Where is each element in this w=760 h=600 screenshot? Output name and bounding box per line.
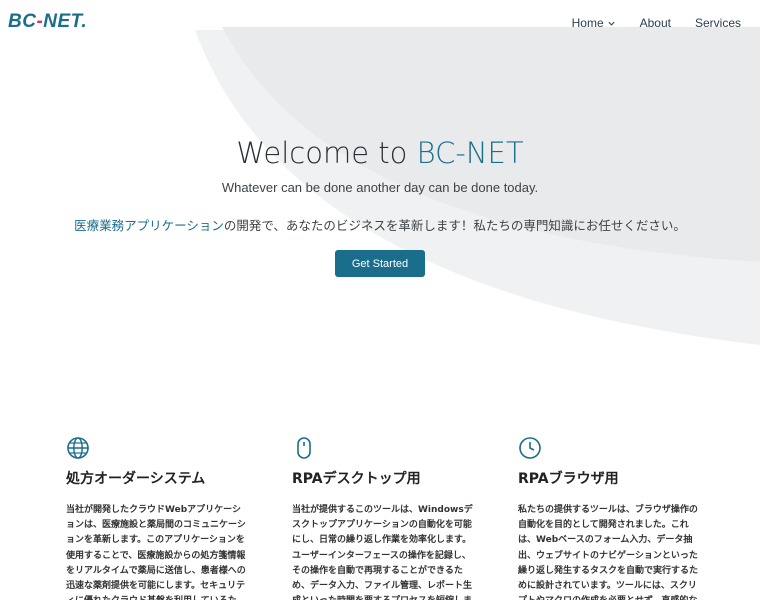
feature-title: RPAブラウザ用 (518, 471, 619, 487)
feature-title: 処方オーダーシステム (66, 471, 206, 487)
feature-description: 私たちの提供するツールは、ブラウザ操作の自動化を目的として開発されました。これは… (518, 505, 699, 600)
feature-card: RPAデスクトップ用 当社が提供するこのツールは、Windowsデスクトップアプ… (292, 436, 474, 600)
feature-title: RPAデスクトップ用 (292, 471, 421, 487)
nav-item-services[interactable]: Services (695, 16, 741, 30)
feature-card: RPAブラウザ用 私たちの提供するツールは、ブラウザ操作の自動化を目的として開発… (518, 436, 700, 600)
main-nav: Home About Services (572, 16, 741, 30)
get-started-button[interactable]: Get Started (335, 250, 425, 277)
hero-description: 医療業務アプリケーションの開発で、あなたのビジネスを革新します！私たちの専門知識… (74, 218, 686, 233)
nav-item-about[interactable]: About (640, 16, 671, 30)
feature-description: 当社が開発したクラウドWebアプリケーションは、医療施設と薬局間のコミュニケーシ… (66, 505, 246, 600)
hero-subtitle: Whatever can be done another day can be … (221, 180, 539, 195)
feature-description: 当社が提供するこのツールは、Windowsデスクトップアプリケーションの自動化を… (292, 505, 473, 600)
globe-icon (66, 436, 90, 460)
chevron-down-icon (608, 21, 615, 26)
feature-card: 処方オーダーシステム 当社が開発したクラウドWebアプリケーションは、医療施設と… (66, 436, 248, 600)
hero-title-brand: BC-NET (416, 136, 524, 170)
nav-item-home[interactable]: Home (572, 16, 616, 30)
hero-title: Welcome to BC-NET (236, 136, 524, 170)
clock-icon (518, 436, 542, 460)
nav-item-label: About (639, 16, 671, 30)
nav-item-label: Services (694, 16, 741, 30)
hero-description-highlight: 医療業務アプリケーション (74, 218, 224, 233)
nav-item-label: Home (571, 16, 604, 30)
mouse-icon (292, 436, 316, 460)
site-header: BC-NET. Home About Services (0, 0, 760, 46)
logo[interactable]: BC-NET. (8, 11, 87, 33)
